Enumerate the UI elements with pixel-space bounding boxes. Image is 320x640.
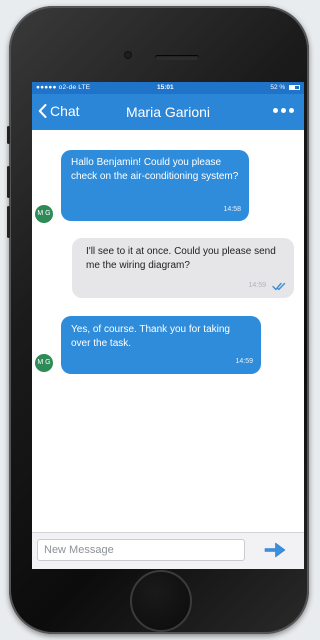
battery-icon <box>289 85 300 90</box>
message-composer <box>32 532 304 569</box>
volume-up-button <box>7 166 10 198</box>
message-bubble-incoming: Yes, of course. Thank you for taking ove… <box>61 316 261 374</box>
message-input[interactable] <box>37 539 245 561</box>
front-camera <box>124 51 132 59</box>
battery-percent: 52 % <box>270 84 286 91</box>
home-button[interactable] <box>130 570 192 632</box>
avatar: M G <box>35 205 53 223</box>
chat-screen: ●●●●● o2-de LTE 15:01 52 % Chat Maria Ga… <box>32 82 304 569</box>
conversation-title: Maria Garioni <box>125 104 211 120</box>
message-bubble-outgoing: I'll see to it at once. Could you please… <box>72 238 294 298</box>
volume-down-button <box>7 206 10 238</box>
message-text: Yes, of course. Thank you for taking ove… <box>71 324 230 349</box>
battery-indicator: 52 % <box>270 84 300 91</box>
earpiece-speaker <box>155 55 199 60</box>
status-time: 15:01 <box>157 84 174 91</box>
status-bar: ●●●●● o2-de LTE 15:01 52 % <box>32 82 304 94</box>
send-arrow-icon[interactable] <box>263 540 287 560</box>
mute-switch <box>7 126 10 144</box>
more-dots-icon[interactable] <box>273 108 294 113</box>
message-text: Hallo Benjamin! Could you please check o… <box>71 157 239 182</box>
message-time: 14:59 <box>248 281 266 289</box>
navigation-bar: Chat Maria Garioni <box>32 94 304 130</box>
message-text: I'll see to it at once. Could you please… <box>86 246 276 271</box>
message-time: 14:58 <box>223 205 241 213</box>
avatar: M G <box>35 354 53 372</box>
message-bubble-incoming: Hallo Benjamin! Could you please check o… <box>61 150 249 221</box>
message-time: 14:59 <box>235 357 253 365</box>
carrier-label: ●●●●● o2-de LTE <box>36 84 91 91</box>
double-check-icon <box>272 282 286 291</box>
